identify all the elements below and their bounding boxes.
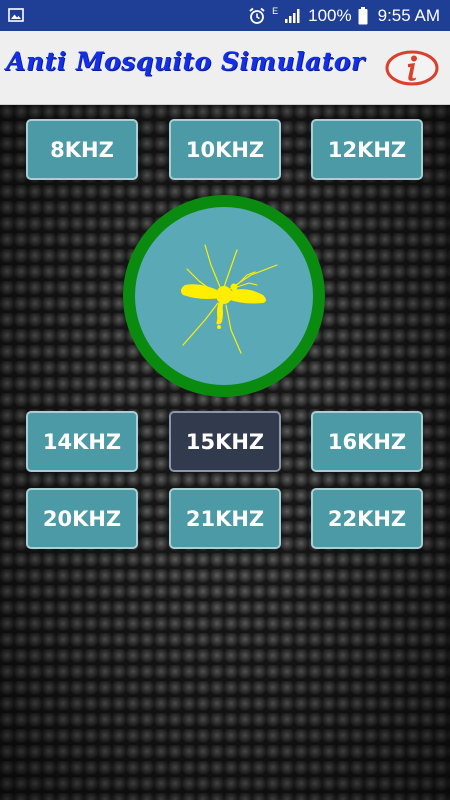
signal-icon	[285, 8, 300, 23]
image-icon	[8, 8, 24, 22]
info-icon[interactable]	[385, 50, 439, 86]
clock: 9:55 AM	[377, 5, 440, 25]
freq-button-22khz[interactable]: 22KHZ	[311, 488, 423, 549]
mosquito-toggle-button[interactable]	[123, 195, 325, 397]
freq-button-14khz[interactable]: 14KHZ	[26, 411, 138, 472]
freq-button-10khz[interactable]: 10KHZ	[169, 119, 281, 180]
freq-button-15khz[interactable]: 15KHZ	[169, 411, 281, 472]
status-bar: E 100% 9:55 AM	[0, 0, 450, 31]
app-title: Anti Mosquito Simulator	[6, 47, 365, 76]
network-type-label: E	[272, 6, 279, 16]
alarm-icon	[249, 7, 265, 24]
freq-button-21khz[interactable]: 21KHZ	[169, 488, 281, 549]
freq-button-16khz[interactable]: 16KHZ	[311, 411, 423, 472]
app-bar: Anti Mosquito Simulator	[0, 31, 450, 105]
freq-button-8khz[interactable]: 8KHZ	[26, 119, 138, 180]
freq-button-20khz[interactable]: 20KHZ	[26, 488, 138, 549]
freq-button-12khz[interactable]: 12KHZ	[311, 119, 423, 180]
battery-icon	[358, 6, 368, 24]
main-panel: 8KHZ 10KHZ 12KHZ 14KHZ 15KHZ 16KHZ 20KHZ…	[0, 105, 450, 800]
battery-percent: 100%	[308, 5, 352, 25]
